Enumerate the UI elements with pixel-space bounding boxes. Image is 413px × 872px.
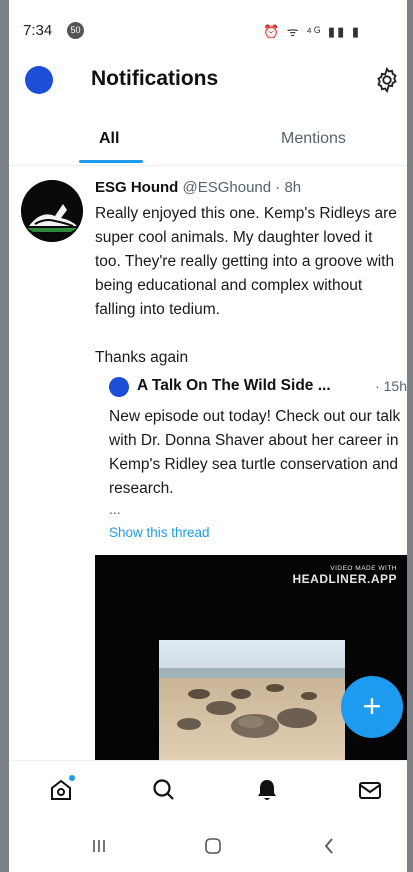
notification-tweet[interactable]: ESG Hound @ESGhound · 8h Really enjoyed … — [9, 170, 407, 770]
phone-screen: 7:34 50 ⏰ ᯤ ⁴ᴳ ▮▮ ▮ Notifications All Me… — [9, 0, 407, 872]
tab-mentions[interactable]: Mentions — [281, 130, 346, 148]
back-chevron-icon[interactable] — [317, 836, 341, 856]
profile-avatar[interactable] — [25, 66, 53, 94]
system-home-icon[interactable] — [201, 836, 225, 856]
bottom-navigation — [9, 760, 407, 818]
tweet-body: Really enjoyed this one. Kemp's Ridleys … — [95, 205, 397, 318]
status-bar: 7:34 50 ⏰ ᯤ ⁴ᴳ ▮▮ ▮ — [9, 0, 407, 56]
search-icon[interactable] — [149, 775, 179, 805]
author-handle: @ESGhound — [182, 179, 272, 196]
new-content-dot — [69, 775, 75, 781]
status-icons: ⏰ ᯤ ⁴ᴳ ▮▮ ▮ — [263, 24, 361, 39]
tab-all[interactable]: All — [99, 130, 119, 148]
recent-apps-icon[interactable] — [87, 836, 111, 856]
quoted-tweet-ellipsis: ... — [109, 501, 121, 517]
media-credit-caption: VIDEO MADE WITH — [330, 565, 397, 572]
quoted-tweet-header: A Talk On The Wild Side ... · 15h — [95, 375, 407, 401]
media-credit-brand: HEADLINER.APP — [292, 572, 397, 586]
quoted-tweet-time: · 15h — [375, 378, 407, 394]
gear-icon[interactable] — [373, 66, 401, 94]
tabs-divider — [9, 165, 407, 166]
page-title: Notifications — [91, 67, 219, 90]
system-navigation-bar — [9, 818, 407, 872]
compose-tweet-button[interactable]: + — [341, 676, 403, 738]
notifications-bell-icon[interactable] — [252, 775, 282, 805]
tweet-text: Really enjoyed this one. Kemp's Ridleys … — [95, 202, 401, 370]
app-header: Notifications — [9, 56, 407, 104]
quoted-author-avatar — [109, 377, 129, 397]
active-tab-indicator — [79, 160, 143, 163]
tweet-thanks: Thanks again — [95, 349, 189, 366]
notification-count-badge: 50 — [67, 22, 84, 39]
tweet-header: ESG Hound @ESGhound · 8h — [95, 179, 301, 196]
quoted-tweet[interactable]: A Talk On The Wild Side ... · 15h New ep… — [95, 375, 407, 540]
time-separator: · — [275, 179, 281, 196]
author-name[interactable]: ESG Hound — [95, 179, 178, 196]
author-avatar[interactable] — [21, 180, 83, 242]
notification-tabs: All Mentions — [9, 118, 407, 166]
hound-logo-icon — [21, 180, 83, 242]
show-thread-link[interactable]: Show this thread — [109, 525, 210, 540]
status-time: 7:34 — [23, 22, 53, 39]
media-credit: VIDEO MADE WITH HEADLINER.APP — [292, 565, 397, 586]
tweet-time: 8h — [284, 179, 302, 196]
quoted-tweet-text: New episode out today! Check out our tal… — [109, 408, 401, 497]
messages-envelope-icon[interactable] — [355, 775, 385, 805]
beach-turtles-photo — [159, 640, 345, 760]
quoted-author-name: A Talk On The Wild Side ... — [137, 377, 331, 394]
